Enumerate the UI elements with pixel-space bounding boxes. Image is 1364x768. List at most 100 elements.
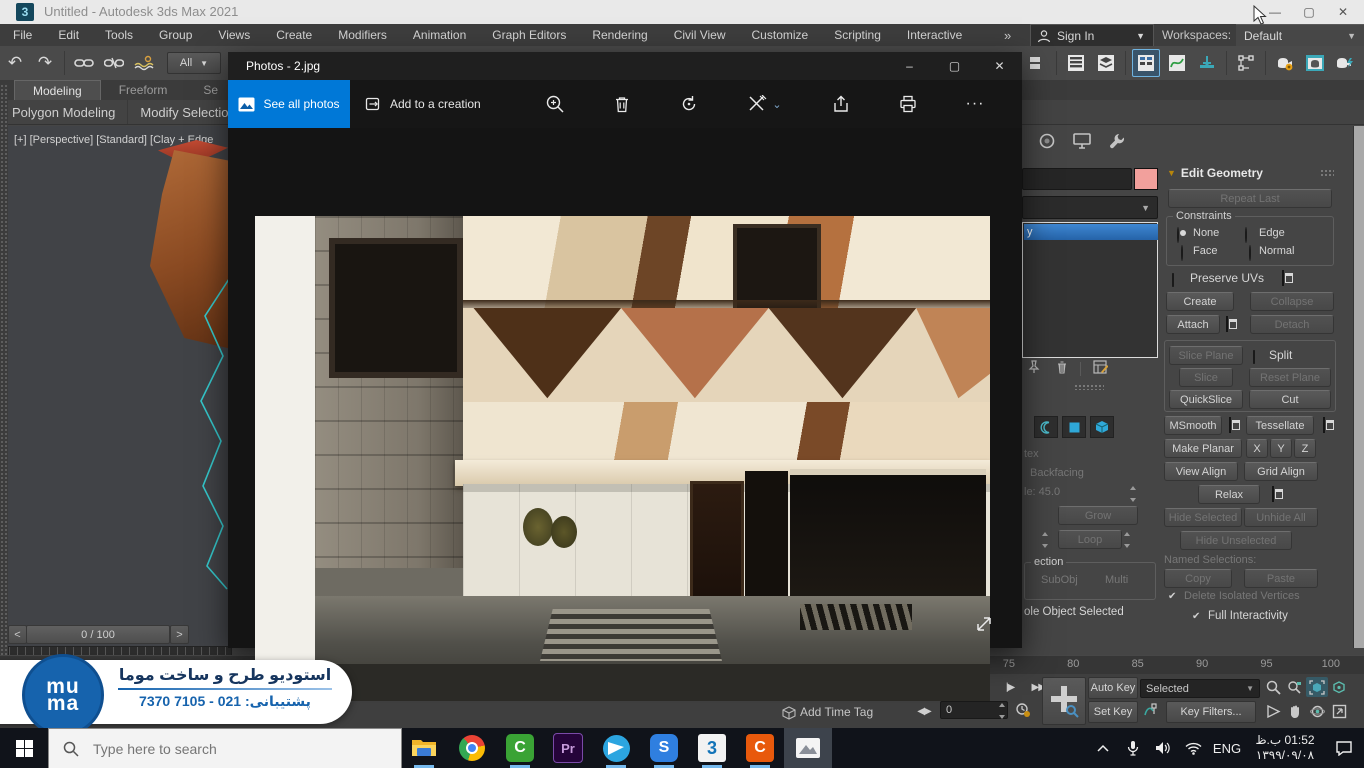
- loop-button[interactable]: Loop: [1058, 530, 1122, 549]
- menu-views[interactable]: Views: [205, 24, 263, 46]
- action-center-icon[interactable]: [1324, 728, 1364, 768]
- taskbar-chrome[interactable]: [448, 728, 496, 768]
- msmooth-settings-icon[interactable]: [1229, 417, 1231, 433]
- display-tab-icon[interactable]: [1072, 132, 1092, 153]
- planar-x-button[interactable]: X: [1246, 439, 1268, 458]
- reset-plane-button[interactable]: Reset Plane: [1249, 368, 1331, 387]
- tray-chevron-icon[interactable]: [1088, 728, 1118, 768]
- object-name-field[interactable]: [1022, 168, 1132, 190]
- edit-chevron-icon[interactable]: ⌄: [772, 98, 781, 111]
- key-selection-dropdown[interactable]: Selected ▼: [1140, 679, 1260, 698]
- orbit-icon[interactable]: [1306, 701, 1328, 721]
- next-frame-button[interactable]: |▶: [998, 677, 1022, 697]
- ribbon-panel-polygon-modeling[interactable]: Polygon Modeling: [0, 100, 128, 124]
- menu-civil-view[interactable]: Civil View: [661, 24, 739, 46]
- make-planar-button[interactable]: Make Planar: [1164, 439, 1242, 458]
- speaker-icon[interactable]: [1148, 728, 1178, 768]
- field-of-view-icon[interactable]: [1262, 701, 1284, 721]
- preserve-uvs-settings-icon[interactable]: [1282, 270, 1284, 286]
- language-indicator[interactable]: ENG: [1208, 728, 1246, 768]
- rendered-frame-window-icon[interactable]: [1302, 50, 1328, 76]
- edit-photo-icon[interactable]: ⌄: [739, 87, 791, 121]
- ribbon-tab-freeform[interactable]: Freeform: [101, 80, 186, 100]
- frame-nudge-icon[interactable]: ◀▶: [914, 701, 934, 721]
- polygon-subobject-icon[interactable]: [1062, 416, 1086, 438]
- motion-tab-icon[interactable]: [1038, 132, 1056, 153]
- wifi-icon[interactable]: [1178, 728, 1208, 768]
- preserve-uvs-checkbox[interactable]: [1172, 273, 1174, 287]
- microphone-icon[interactable]: [1118, 728, 1148, 768]
- photos-titlebar[interactable]: Photos - 2.jpg – ▢ ✕: [228, 52, 1022, 80]
- curve-editor-icon[interactable]: [1164, 50, 1190, 76]
- copy-button[interactable]: Copy: [1164, 569, 1232, 588]
- menu-animation[interactable]: Animation: [400, 24, 479, 46]
- split-checkbox[interactable]: [1253, 350, 1255, 364]
- photos-minimize-button[interactable]: –: [887, 52, 932, 80]
- element-subobject-icon[interactable]: [1090, 416, 1114, 438]
- taskbar-camtasia[interactable]: C: [496, 728, 544, 768]
- taskbar-3dsmax[interactable]: 3: [688, 728, 736, 768]
- view-align-button[interactable]: View Align: [1164, 462, 1238, 481]
- unlink-icon[interactable]: [101, 50, 127, 76]
- constraint-normal-radio[interactable]: [1249, 245, 1251, 261]
- menu-customize[interactable]: Customize: [739, 24, 822, 46]
- ribbon-toggle-icon[interactable]: [1132, 49, 1160, 77]
- cut-button[interactable]: Cut: [1249, 390, 1331, 409]
- menu-overflow-chevron-icon[interactable]: »: [1004, 24, 1011, 46]
- select-link-icon[interactable]: [71, 50, 97, 76]
- frame-spinner[interactable]: [999, 701, 1008, 721]
- zoom-photo-icon[interactable]: [538, 87, 572, 121]
- by-angle-spinner[interactable]: [1130, 484, 1139, 504]
- constraint-face-radio[interactable]: [1181, 245, 1183, 261]
- grow-button[interactable]: Grow: [1058, 506, 1138, 525]
- render-production-icon[interactable]: [1332, 50, 1358, 76]
- share-photo-icon[interactable]: [824, 87, 858, 121]
- taskbar-file-explorer[interactable]: [400, 728, 448, 768]
- rotate-photo-icon[interactable]: [672, 87, 706, 121]
- taskbar-telegram[interactable]: [592, 728, 640, 768]
- modifier-stack-selected-row[interactable]: y: [1024, 224, 1159, 240]
- render-setup-icon[interactable]: [1272, 50, 1298, 76]
- time-slider-next-button[interactable]: >: [170, 625, 189, 644]
- grid-align-button[interactable]: Grid Align: [1244, 462, 1318, 481]
- redo-icon[interactable]: ↷: [32, 50, 58, 76]
- set-key-button[interactable]: Set Key: [1088, 701, 1138, 723]
- quickslice-button[interactable]: QuickSlice: [1169, 390, 1243, 409]
- taskbar-search[interactable]: [48, 728, 402, 768]
- full-interactivity-check-icon[interactable]: ✔: [1192, 611, 1200, 622]
- workspace-dropdown[interactable]: Default ▼: [1236, 24, 1364, 46]
- pin-stack-icon[interactable]: [1028, 360, 1040, 377]
- particle-view-icon[interactable]: [1233, 50, 1259, 76]
- key-filters-button[interactable]: Key Filters...: [1166, 701, 1256, 723]
- max-close-button[interactable]: ✕: [1326, 1, 1360, 23]
- named-selection-icon[interactable]: [1024, 50, 1050, 76]
- selection-filter-dropdown[interactable]: All ▼: [167, 52, 221, 74]
- unhide-all-button[interactable]: Unhide All: [1244, 508, 1318, 527]
- add-to-creation-button[interactable]: Add to a creation: [364, 96, 481, 112]
- delete-photo-icon[interactable]: [605, 87, 639, 121]
- remove-modifier-icon[interactable]: [1056, 360, 1068, 377]
- bind-to-space-warp-icon[interactable]: [131, 50, 157, 76]
- loop-spinner[interactable]: [1124, 530, 1133, 550]
- sign-in-button[interactable]: Sign In ▼: [1030, 24, 1154, 47]
- paste-button[interactable]: Paste: [1244, 569, 1318, 588]
- rollout-header[interactable]: ▼ Edit Geometry: [1162, 164, 1348, 182]
- maximize-viewport-icon[interactable]: [1328, 701, 1350, 721]
- utilities-tab-icon[interactable]: [1108, 132, 1126, 153]
- tray-clock[interactable]: 01:52 ب.ظ ۱۳۹۹/۰۹/۰۸: [1246, 733, 1324, 763]
- relax-settings-icon[interactable]: [1272, 486, 1274, 502]
- photo-image[interactable]: [255, 216, 990, 701]
- collapse-button[interactable]: Collapse: [1250, 292, 1334, 311]
- zoom-extents-icon[interactable]: [1306, 677, 1328, 697]
- menu-scripting[interactable]: Scripting: [821, 24, 894, 46]
- more-options-icon[interactable]: ···: [958, 87, 992, 121]
- slice-plane-button[interactable]: Slice Plane: [1169, 346, 1243, 365]
- menu-rendering[interactable]: Rendering: [579, 24, 660, 46]
- key-mode-icon[interactable]: [1140, 700, 1162, 720]
- taskbar-premiere[interactable]: Pr: [544, 728, 592, 768]
- ring-spinner[interactable]: [1042, 530, 1051, 550]
- object-color-swatch[interactable]: [1134, 168, 1158, 190]
- time-slider-prev-button[interactable]: <: [8, 625, 27, 644]
- modifier-stack[interactable]: y: [1022, 222, 1158, 358]
- auto-key-button[interactable]: Auto Key: [1088, 677, 1138, 699]
